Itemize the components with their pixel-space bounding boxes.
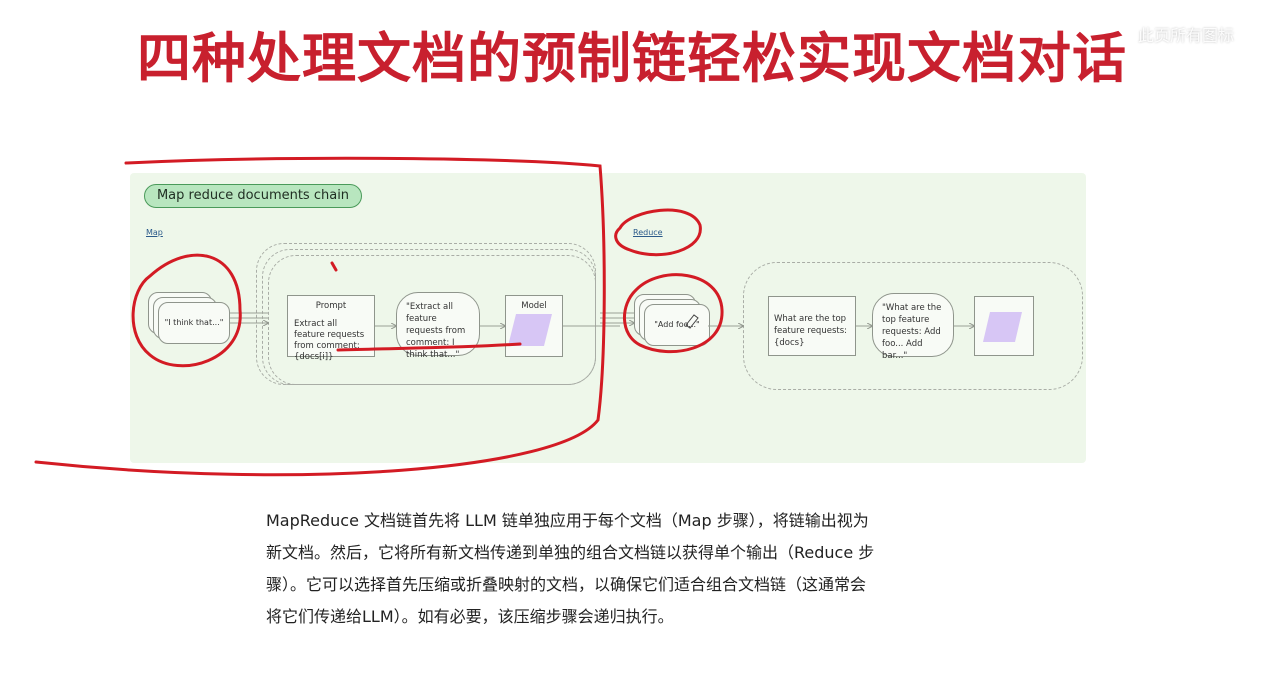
- red-annotations: [34, 156, 724, 477]
- description-paragraph: MapReduce 文档链首先将 LLM 链单独应用于每个文档（Map 步骤），…: [266, 505, 1006, 633]
- paragraph-line-2: 新文档。然后，它将所有新文档传递到单独的组合文档链以获得单个输出（Reduce …: [266, 543, 875, 562]
- paragraph-line-4: 将它们传递给LLM）。如有必要，该压缩步骤会递归执行。: [266, 607, 674, 626]
- map-model-shape: [508, 314, 552, 346]
- map-connector-lines: [230, 312, 974, 326]
- reduce-model-shape: [983, 312, 1022, 342]
- paragraph-line-1: MapReduce 文档链首先将 LLM 链单独应用于每个文档（Map 步骤），…: [266, 511, 869, 530]
- pencil-icon: [685, 314, 699, 329]
- paragraph-line-3: 骤）。它可以选择首先压缩或折叠映射的文档，以确保它们适合组合文档链（这通常会: [266, 575, 867, 594]
